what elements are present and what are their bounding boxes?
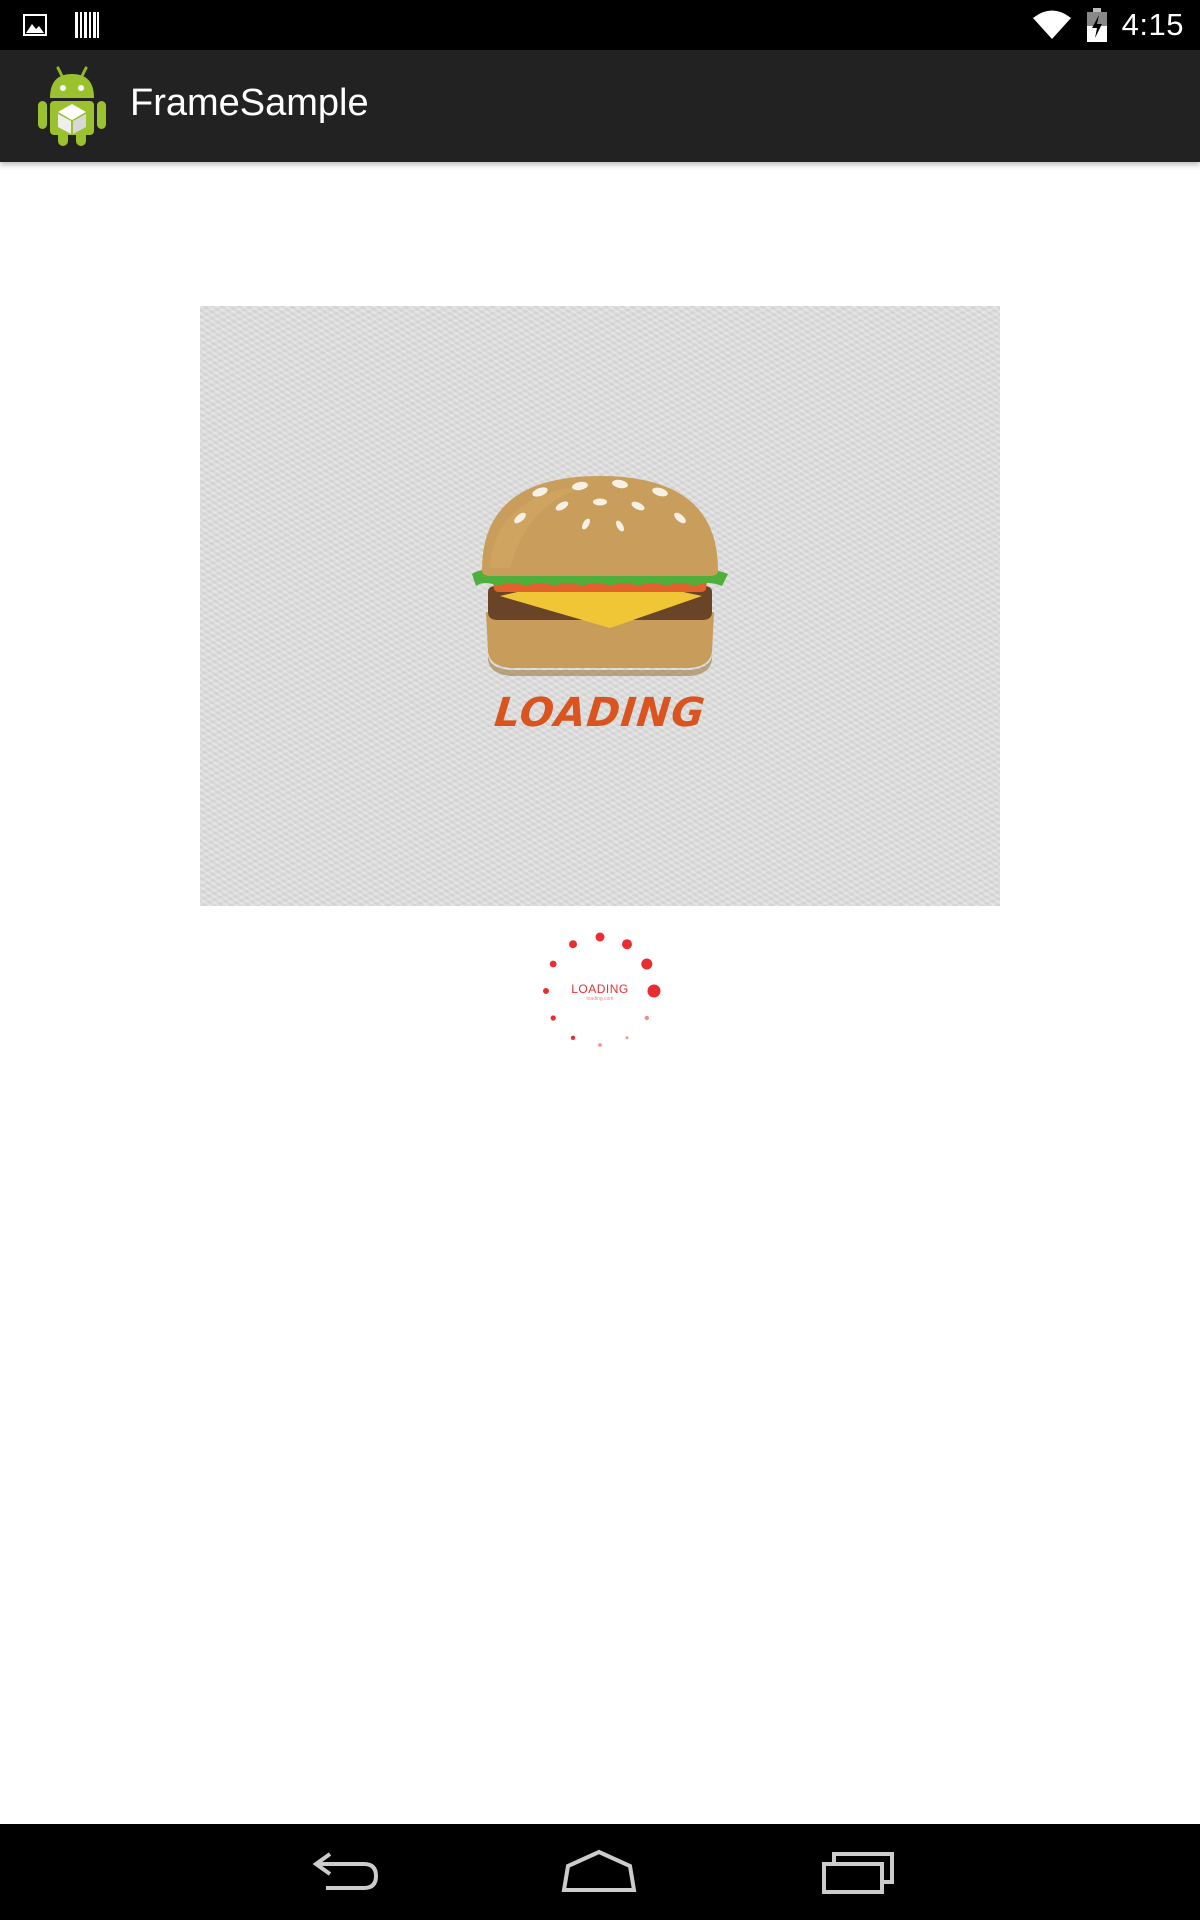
status-notifications <box>22 10 100 40</box>
spinner-dot <box>598 1043 602 1047</box>
navigation-bar <box>0 1824 1200 1920</box>
home-icon[interactable] <box>554 1842 644 1902</box>
image-loading-caption: LOADING <box>492 690 708 736</box>
spinner-dot <box>644 1015 649 1021</box>
animation-frame-image: LOADING <box>200 306 1000 906</box>
gallery-icon <box>23 14 47 36</box>
status-bar: 4:15 <box>0 0 1200 50</box>
recents-icon[interactable] <box>812 1842 902 1902</box>
status-clock: 4:15 <box>1121 7 1184 42</box>
action-bar: FrameSample <box>0 50 1200 162</box>
spinner-dot <box>625 1036 629 1040</box>
android-app-icon[interactable] <box>34 62 110 148</box>
spinner-dot <box>550 1015 556 1021</box>
spinner-dot <box>641 958 653 970</box>
wifi-icon <box>1032 10 1071 39</box>
spinner-dot <box>569 940 577 949</box>
app-title: FrameSample <box>130 82 369 124</box>
spinner-dot <box>595 932 605 942</box>
spinner-sublabel: loading.com <box>586 996 614 1002</box>
spinner-dot <box>549 960 557 968</box>
barcode-icon <box>75 12 99 38</box>
status-system-icons: 4:15 <box>1032 4 1184 46</box>
burger-illustration <box>472 476 728 676</box>
spinner-dot <box>570 1035 576 1040</box>
battery-charging-icon <box>1086 8 1107 42</box>
spinner-dot <box>622 939 632 950</box>
spinner-label: LOADING <box>571 982 629 996</box>
back-icon[interactable] <box>298 1842 388 1902</box>
